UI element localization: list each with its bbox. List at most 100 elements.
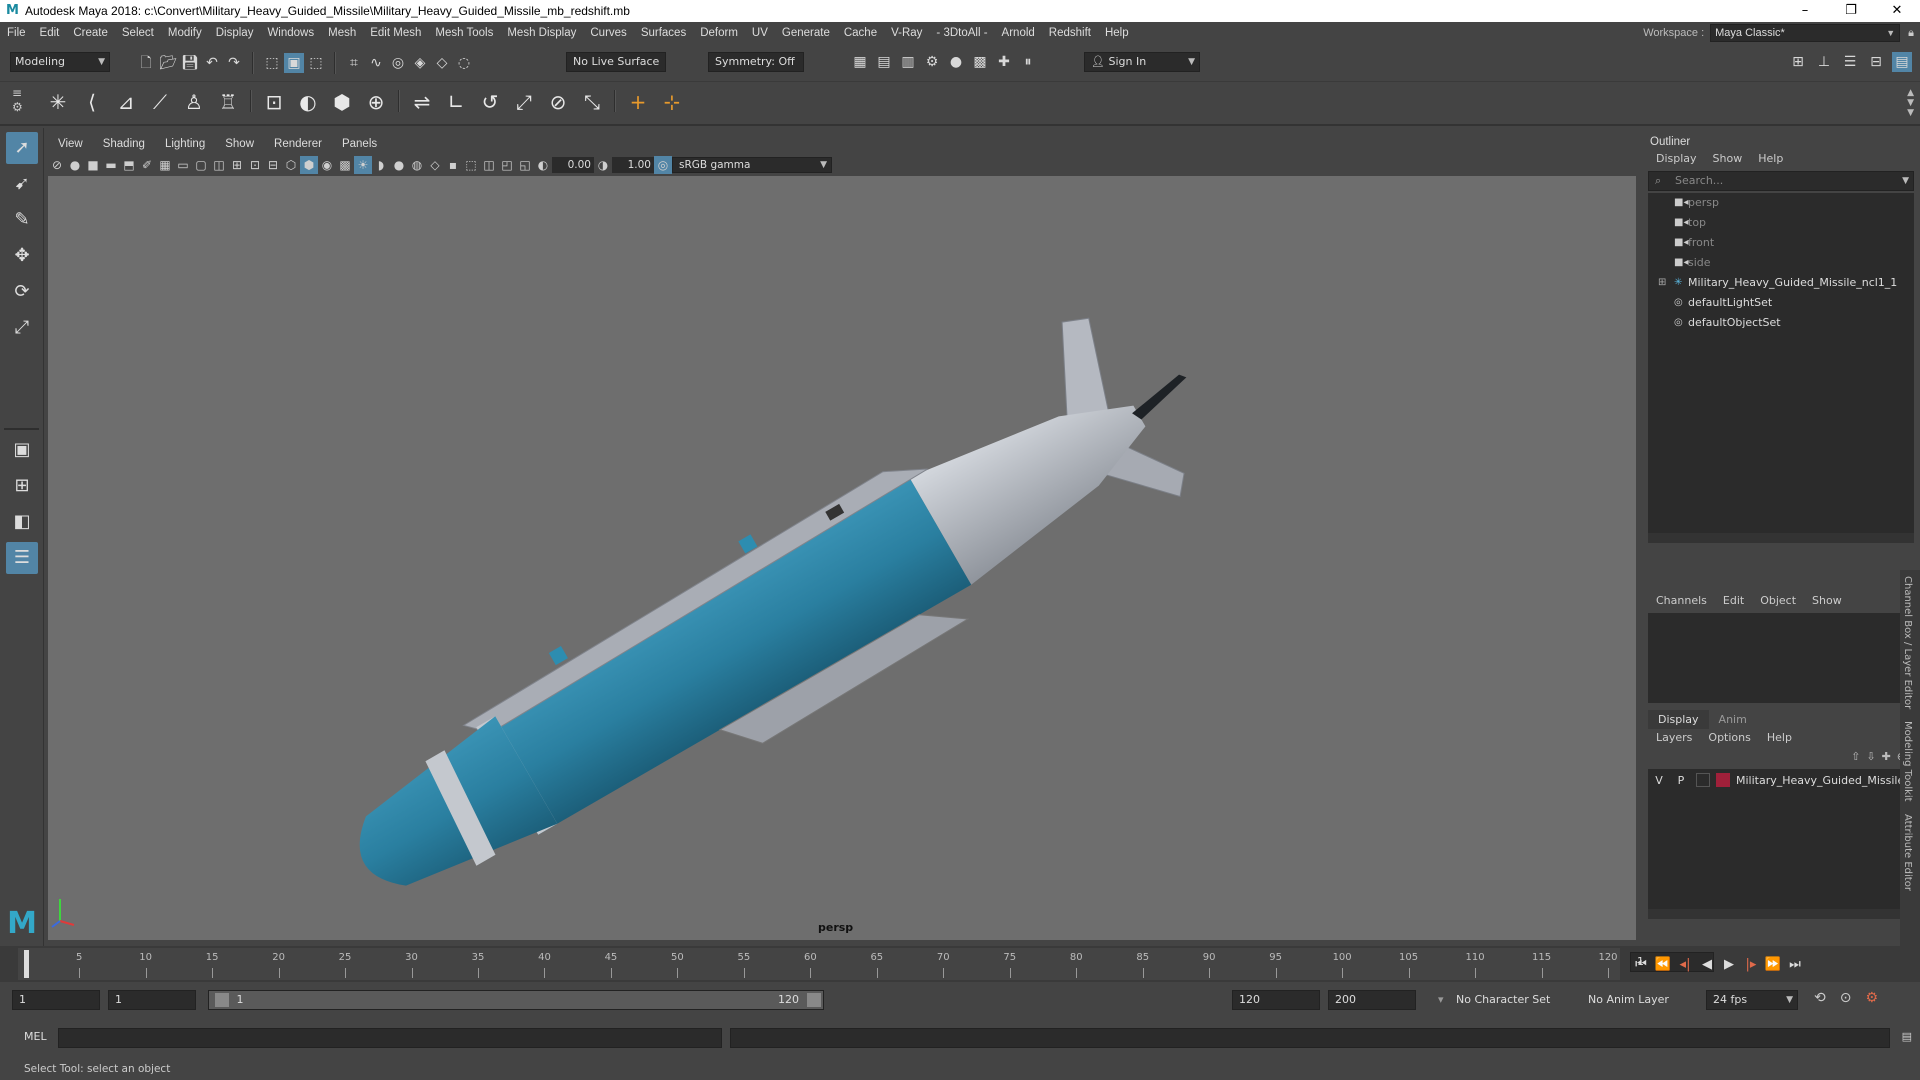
cb-menu-show[interactable]: Show <box>1804 592 1850 609</box>
cb-menu-object[interactable]: Object <box>1752 592 1804 609</box>
snap-view-icon[interactable]: ◈ <box>410 53 430 73</box>
outliner-menu-show[interactable]: Show <box>1705 150 1751 167</box>
cb-menu-channels[interactable]: Channels <box>1648 592 1715 609</box>
outliner-item-front[interactable]: ■◂ front <box>1648 233 1914 253</box>
script-language-label[interactable]: MEL <box>24 1030 47 1043</box>
snap-point-icon[interactable]: ◎ <box>388 53 408 73</box>
wrap-icon[interactable]: ⊕ <box>362 86 390 118</box>
menu-mesh-display[interactable]: Mesh Display <box>500 27 583 39</box>
shelf-options-icon[interactable]: ≡ ⚙ <box>12 86 23 114</box>
constraint-orient-icon[interactable]: ↺ <box>476 86 504 118</box>
color-management-icon[interactable]: ◎ <box>654 156 672 174</box>
redo-icon[interactable]: ↷ <box>224 53 244 73</box>
minimize-button[interactable]: – <box>1782 0 1828 22</box>
workspace-dropdown[interactable]: Maya Classic* ▼ <box>1710 24 1901 42</box>
outliner-item-side[interactable]: ■◂ side <box>1648 253 1914 273</box>
fps-dropdown[interactable]: 24 fps ▼ <box>1706 990 1798 1010</box>
safe-action-icon[interactable]: ⊡ <box>246 156 264 174</box>
menu-arnold[interactable]: Arnold <box>995 27 1042 39</box>
script-editor-icon[interactable]: ▤ <box>1902 1030 1912 1043</box>
tab-attribute-editor[interactable]: Attribute Editor <box>1900 808 1915 897</box>
field-chart-icon[interactable]: ⊞ <box>228 156 246 174</box>
maximize-button[interactable]: ❐ <box>1828 0 1874 22</box>
step-back-frame-icon[interactable]: ◂| <box>1674 957 1696 972</box>
expand-icon[interactable]: ⊞ <box>1658 273 1666 293</box>
layer-visibility-toggle[interactable]: V <box>1648 774 1670 787</box>
timeline-ruler[interactable]: 1510152025303540455055606570758085909510… <box>18 948 1620 980</box>
render-sequence-icon[interactable]: ▤ <box>874 52 894 72</box>
mode-dropdown[interactable]: Modeling ▼ <box>10 52 110 72</box>
play-forward-icon[interactable]: ▶ <box>1718 957 1740 972</box>
move-tool-icon[interactable]: ✥ <box>6 240 38 272</box>
menu-edit[interactable]: Edit <box>33 27 67 39</box>
shelf-scroll[interactable]: ▲ ▼ ▼ <box>1907 88 1914 118</box>
layer-hscrollbar[interactable] <box>1648 909 1910 919</box>
new-scene-icon[interactable]: 🗋︎ <box>136 53 156 73</box>
range-slider[interactable]: 1 120 <box>208 990 824 1010</box>
ipr-render-icon[interactable]: ▥ <box>898 52 918 72</box>
sign-in-dropdown[interactable]: 👤︎ Sign In ▼ <box>1084 52 1200 72</box>
layout-four-icon[interactable]: ⊞ <box>6 470 38 502</box>
outliner-item-top[interactable]: ■◂ top <box>1648 213 1914 233</box>
channel-box-area[interactable] <box>1648 613 1910 703</box>
menu-cache[interactable]: Cache <box>837 27 884 39</box>
render-view-icon[interactable]: ▩ <box>970 52 990 72</box>
gamma-field[interactable]: 1.00 <box>612 157 654 173</box>
constraint-scale-icon[interactable]: ⤢ <box>510 86 538 118</box>
exposure-icon[interactable]: ◐ <box>534 156 552 174</box>
tab-channel-box-layer-editor[interactable]: Channel Box / Layer Editor <box>1900 570 1915 715</box>
layout-single-icon[interactable]: ▣ <box>6 434 38 466</box>
menu-generate[interactable]: Generate <box>775 27 837 39</box>
cluster-icon[interactable]: ⊡ <box>260 86 288 118</box>
select-tool-icon[interactable]: ➚ <box>6 132 38 164</box>
layer-menu-help[interactable]: Help <box>1759 729 1800 746</box>
character-controls-icon[interactable]: ⊥ <box>1814 52 1834 72</box>
gate-mask-icon[interactable]: ◫ <box>210 156 228 174</box>
scale-tool-icon[interactable]: ⤢ <box>6 312 38 344</box>
menu-create[interactable]: Create <box>66 27 115 39</box>
constraint-point-icon[interactable]: ∟ <box>442 86 470 118</box>
channel-box-icon[interactable]: ▤ <box>1892 52 1912 72</box>
lattice-icon[interactable]: ⬢ <box>328 86 356 118</box>
animation-start-field[interactable]: 1 <box>12 990 100 1010</box>
bookmark-icon[interactable]: ■ <box>84 156 102 174</box>
snap-plane-icon[interactable]: ◌ <box>454 53 474 73</box>
xray-components-icon[interactable]: ◱ <box>516 156 534 174</box>
menu-redshift[interactable]: Redshift <box>1042 27 1098 39</box>
viewport-persp[interactable]: persp <box>48 176 1636 940</box>
outliner-item-missile[interactable]: ⊞ ✳ Military_Heavy_Guided_Missile_ncl1_1 <box>1648 273 1914 293</box>
menu-mesh-tools[interactable]: Mesh Tools <box>428 27 500 39</box>
outliner-item-default-light-set[interactable]: ◎ defaultLightSet <box>1648 293 1914 313</box>
snap-surface-icon[interactable]: ◇ <box>432 53 452 73</box>
modeling-toolkit-icon[interactable]: ⊞ <box>1788 52 1808 72</box>
menu-surfaces[interactable]: Surfaces <box>634 27 693 39</box>
quick-rig-icon[interactable]: ♙ <box>180 86 208 118</box>
layer-menu-layers[interactable]: Layers <box>1648 729 1700 746</box>
ik-handle-icon[interactable]: ⟨ <box>78 86 106 118</box>
menu-uv[interactable]: UV <box>745 27 775 39</box>
layer-move-down-icon[interactable]: ⇩ <box>1866 750 1875 763</box>
anim-prefs-icon[interactable]: ⚙ <box>1865 990 1878 1006</box>
go-to-end-icon[interactable]: ⏭ <box>1784 957 1806 972</box>
attribute-editor-icon[interactable]: ☰ <box>1840 52 1860 72</box>
close-button[interactable]: ✕ <box>1874 0 1920 22</box>
select-object-icon[interactable]: ▣ <box>284 53 304 73</box>
menu-3dtoall[interactable]: - 3DtoAll - <box>929 27 994 39</box>
lasso-tool-icon[interactable]: ➹ <box>6 168 38 200</box>
vp-menu-panels[interactable]: Panels <box>332 138 387 150</box>
isolate-select-icon[interactable]: ⬚ <box>462 156 480 174</box>
vp-menu-renderer[interactable]: Renderer <box>264 138 332 150</box>
ik-spline-icon[interactable]: ⊿ <box>112 86 140 118</box>
constraint-pole-icon[interactable]: ⤡ <box>578 86 606 118</box>
range-start-handle[interactable] <box>215 993 229 1007</box>
shadows-icon[interactable]: ◗ <box>372 156 390 174</box>
human-ik-icon[interactable]: ♖ <box>214 86 242 118</box>
menu-vray[interactable]: V-Ray <box>884 27 929 39</box>
safe-title-icon[interactable]: ⊟ <box>264 156 282 174</box>
auto-key-icon[interactable]: ⊙ <box>1840 990 1852 1006</box>
pause-icon[interactable]: ⏸ <box>1018 52 1038 72</box>
use-lights-icon[interactable]: ☀ <box>354 156 372 174</box>
xray-icon[interactable]: ◫ <box>480 156 498 174</box>
constraint-parent-icon[interactable]: ⇌ <box>408 86 436 118</box>
redshift-icon[interactable]: ✚ <box>994 52 1014 72</box>
